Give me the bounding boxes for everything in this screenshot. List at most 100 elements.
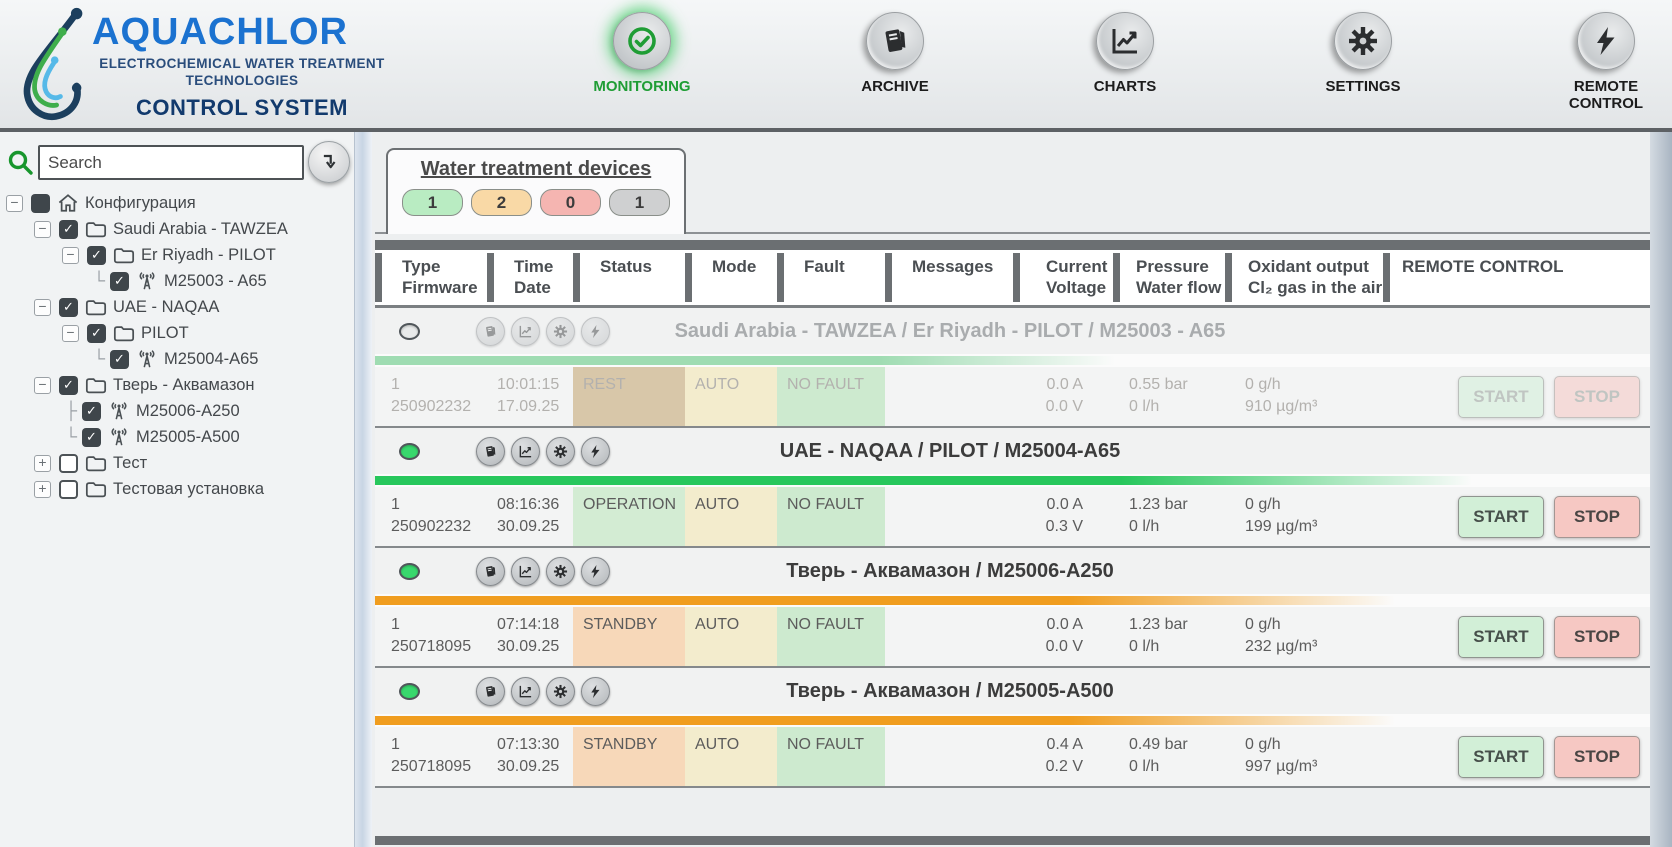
device-voltage: 0.2 V — [1045, 758, 1083, 775]
tree-expander[interactable]: − — [34, 220, 51, 238]
arrow-down-icon — [323, 154, 336, 169]
device-archive-button[interactable] — [476, 316, 505, 346]
nav-label: ARCHIVE — [861, 78, 929, 95]
folder-icon — [113, 326, 135, 342]
device-charts-button[interactable] — [511, 676, 540, 706]
tree-node-m25004-a65[interactable]: └ M25004-A65 — [0, 346, 354, 372]
tree-node-тверь-аквамазон[interactable]: − Тверь - Аквамазон — [0, 372, 354, 398]
tree-node-pilot[interactable]: − PILOT — [0, 320, 354, 346]
device-flow: 0 l/h — [1129, 398, 1160, 415]
tree-checkbox[interactable] — [59, 375, 78, 395]
nav-item-charts[interactable]: CHARTS — [1063, 12, 1187, 95]
tree-node-m25005-a500[interactable]: └ M25005-A500 — [0, 424, 354, 450]
device-fault: NO FAULT — [777, 487, 885, 546]
start-button[interactable]: START — [1458, 375, 1544, 418]
tree-node-m25006-a250[interactable]: ├ M25006-A250 — [0, 398, 354, 424]
device-flow: 0 l/h — [1129, 638, 1160, 655]
tree-expander[interactable]: − — [62, 324, 79, 342]
water-treatment-devices-tab[interactable]: Water treatment devices 1201 — [386, 148, 686, 234]
search-input[interactable] — [38, 145, 304, 180]
tree-checkbox[interactable] — [82, 427, 101, 447]
device-remote-button[interactable] — [581, 316, 610, 346]
tree-expander[interactable]: − — [6, 194, 23, 212]
device-gas: 199 µg/m³ — [1245, 518, 1318, 535]
tree-expander[interactable]: − — [34, 376, 51, 394]
tree-node-er-riyadh-pilot[interactable]: − Er Riyadh - PILOT — [0, 242, 354, 268]
device-status: STANDBY — [573, 727, 685, 786]
tree-node-тест[interactable]: + Тест — [0, 450, 354, 476]
tree-checkbox[interactable] — [110, 271, 129, 291]
tree-checkbox[interactable] — [59, 219, 78, 239]
tree-checkbox[interactable] — [87, 245, 106, 265]
tree-connector: └ — [92, 271, 106, 290]
chart-icon — [519, 565, 532, 577]
device-archive-button[interactable] — [476, 436, 505, 466]
device-oxidant: 0 g/h — [1245, 496, 1281, 513]
device-status: STANDBY — [573, 607, 685, 666]
device-settings-button[interactable] — [546, 556, 575, 586]
device-voltage: 0.0 V — [1045, 398, 1083, 415]
device-remote-button[interactable] — [581, 556, 610, 586]
tree-collapse-button[interactable] — [308, 141, 350, 183]
nav-icon[interactable] — [613, 12, 671, 70]
nav-item-remote[interactable]: REMOTE CONTROL — [1544, 12, 1668, 112]
tree-node-m25003-a65[interactable]: └ M25003 - A65 — [0, 268, 354, 294]
nav-item-settings[interactable]: SETTINGS — [1301, 12, 1425, 95]
start-button[interactable]: START — [1458, 495, 1544, 538]
tree-checkbox[interactable] — [59, 479, 78, 499]
tree-node-label: Тест — [113, 453, 148, 472]
status-count-badge: 0 — [540, 189, 601, 216]
nav-icon[interactable] — [866, 12, 924, 70]
device-archive-button[interactable] — [476, 676, 505, 706]
tree-expander[interactable]: − — [62, 246, 79, 264]
tree-node-конфигурация[interactable]: − Конфигурация — [0, 190, 354, 216]
tree-checkbox[interactable] — [59, 297, 78, 317]
gear-icon — [553, 564, 568, 578]
device-archive-button[interactable] — [476, 556, 505, 586]
tree-checkbox[interactable] — [31, 193, 50, 213]
tree-checkbox[interactable] — [82, 401, 101, 421]
tree-node-label: M25006-A250 — [136, 401, 240, 420]
tree-checkbox[interactable] — [59, 453, 78, 473]
tree-node-uae-naqaa[interactable]: − UAE - NAQAA — [0, 294, 354, 320]
stop-button[interactable]: STOP — [1554, 495, 1640, 538]
device-settings-button[interactable] — [546, 436, 575, 466]
tree-expander[interactable]: − — [34, 298, 51, 316]
device-remote-button[interactable] — [581, 676, 610, 706]
device-title: Тверь - Аквамазон / M25006-A250 — [786, 559, 1114, 582]
nav-item-archive[interactable]: ARCHIVE — [833, 12, 957, 95]
tree-node-icon — [113, 323, 135, 343]
nav-icon[interactable] — [1096, 12, 1154, 70]
sidebar-scrollbar[interactable] — [354, 132, 372, 847]
stop-button[interactable]: STOP — [1554, 375, 1640, 418]
tree-node-тестовая-установка[interactable]: + Тестовая установка — [0, 476, 354, 502]
device-mode: AUTO — [685, 727, 777, 786]
tab-title: Water treatment devices — [420, 158, 652, 180]
device-remote-button[interactable] — [581, 436, 610, 466]
device-charts-button[interactable] — [511, 556, 540, 586]
nav-item-monitoring[interactable]: MONITORING — [580, 12, 704, 95]
start-button[interactable]: START — [1458, 615, 1544, 658]
start-button[interactable]: START — [1458, 735, 1544, 778]
nav-icon[interactable] — [1334, 12, 1392, 70]
tree-expander[interactable]: + — [34, 480, 51, 498]
stop-button[interactable]: STOP — [1554, 615, 1640, 658]
device-settings-button[interactable] — [546, 676, 575, 706]
tree-node-saudi-arabia-tawzea[interactable]: − Saudi Arabia - TAWZEA — [0, 216, 354, 242]
device-status: OPERATION — [573, 487, 685, 546]
tree-checkbox[interactable] — [87, 323, 106, 343]
device-header: Тверь - Аквамазон / M25006-A250 — [375, 548, 1650, 594]
device-settings-button[interactable] — [546, 316, 575, 346]
tree-expander[interactable]: + — [34, 454, 51, 472]
device-messages — [885, 727, 1013, 786]
stop-button[interactable]: STOP — [1554, 735, 1640, 778]
check-circle-icon — [628, 27, 656, 55]
device-tree-sidebar: − Конфигурация − Saudi Arabia - TAWZEA −… — [0, 132, 354, 847]
home-icon — [58, 194, 78, 212]
device-charts-button[interactable] — [511, 316, 540, 346]
device-charts-button[interactable] — [511, 436, 540, 466]
nav-icon[interactable] — [1577, 12, 1635, 70]
tree-node-icon — [85, 453, 107, 473]
device-fault: NO FAULT — [777, 367, 885, 426]
tree-checkbox[interactable] — [110, 349, 129, 369]
